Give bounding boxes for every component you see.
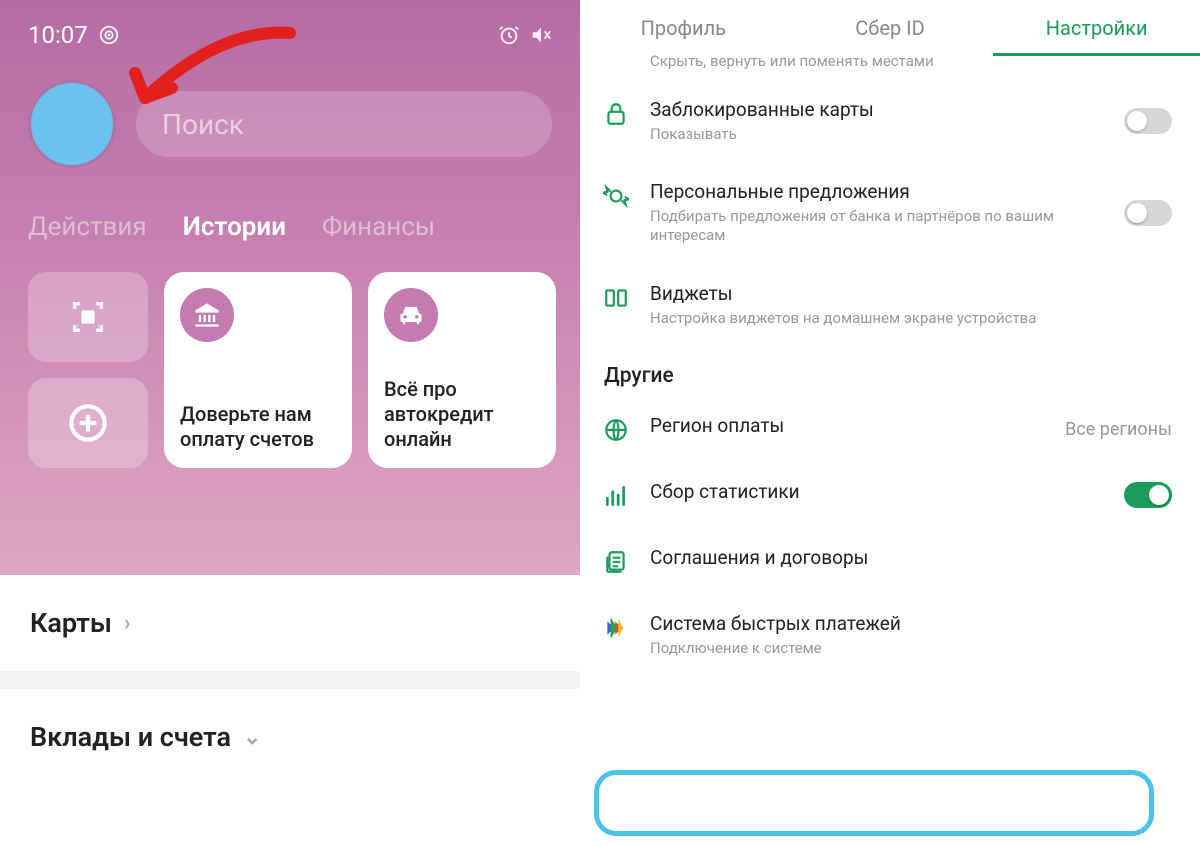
tab-stories[interactable]: Истории <box>183 212 286 242</box>
setting-personal-offers[interactable]: Персональные предложения Подбирать предл… <box>580 162 1200 264</box>
document-icon <box>602 548 630 576</box>
stats-icon <box>602 482 630 510</box>
story-card-autocredit[interactable]: Всё про автокредит онлайн <box>368 272 556 468</box>
story-text: Всё про автокредит онлайн <box>384 377 540 452</box>
candy-icon <box>602 182 630 210</box>
story-text: Доверьте нам оплату счетов <box>180 402 336 452</box>
widgets-icon <box>602 284 630 312</box>
section-divider <box>0 671 580 689</box>
home-header-area: 10:07 Поиск Действия Истории Финансы <box>0 0 580 575</box>
setting-region[interactable]: Регион оплаты Все регионы <box>580 396 1200 462</box>
alarm-clock-icon <box>498 24 520 46</box>
setting-sub: Подключение к системе <box>650 639 1172 659</box>
setting-stats[interactable]: Сбор статистики <box>580 462 1200 528</box>
settings-tabs: Профиль Сбер ID Настройки <box>580 0 1200 58</box>
search-input[interactable]: Поиск <box>136 91 552 157</box>
home-tabs: Действия Истории Финансы <box>28 212 552 242</box>
section-cards-label: Карты <box>30 607 112 639</box>
section-deposits-label: Вклады и счета <box>30 721 231 753</box>
setting-title: Система быстрых платежей <box>650 612 1172 637</box>
setting-title: Заблокированные карты <box>650 98 1104 123</box>
globe-icon <box>602 416 630 444</box>
search-placeholder: Поиск <box>162 108 244 141</box>
tab-settings[interactable]: Настройки <box>993 0 1200 56</box>
tab-sberid[interactable]: Сбер ID <box>787 0 994 56</box>
toggle-personal-offers[interactable] <box>1124 200 1172 226</box>
chevron-right-icon: › <box>124 611 131 636</box>
setting-widgets[interactable]: Виджеты Настройка виджетов на домашнем э… <box>580 264 1200 346</box>
tab-actions[interactable]: Действия <box>28 212 147 242</box>
status-time: 10:07 <box>28 21 88 49</box>
bank-icon <box>180 288 234 342</box>
settings-screen: Профиль Сбер ID Настройки Скрыть, вернут… <box>580 0 1200 846</box>
story-card-bills[interactable]: Доверьте нам оплату счетов <box>164 272 352 468</box>
toggle-stats[interactable] <box>1124 482 1172 508</box>
tab-profile[interactable]: Профиль <box>580 0 787 56</box>
qr-scan-button[interactable] <box>28 272 148 362</box>
home-screen: 10:07 Поиск Действия Истории Финансы <box>0 0 580 846</box>
qr-icon <box>68 297 108 337</box>
status-bar: 10:07 <box>28 0 552 62</box>
setting-title: Регион оплаты <box>650 414 1045 439</box>
setting-sub: Настройка виджетов на домашнем экране ус… <box>650 309 1172 329</box>
setting-sub: Показывать <box>650 125 1104 145</box>
setting-sbp[interactable]: Система быстрых платежей Подключение к с… <box>580 594 1200 676</box>
setting-sub: Подбирать предложения от банка и партнёр… <box>650 207 1104 246</box>
setting-blocked-cards[interactable]: Заблокированные карты Показывать <box>580 80 1200 162</box>
sbp-icon <box>602 614 630 642</box>
setting-title: Виджеты <box>650 282 1172 307</box>
section-other: Другие <box>580 346 1200 396</box>
alarm-target-icon <box>98 24 120 46</box>
setting-agreements[interactable]: Соглашения и договоры <box>580 528 1200 594</box>
setting-value: Все регионы <box>1065 419 1172 440</box>
setting-title: Персональные предложения <box>650 180 1104 205</box>
annotation-highlight <box>594 770 1154 836</box>
stories-row: Доверьте нам оплату счетов Всё про авток… <box>28 272 552 468</box>
avatar[interactable] <box>28 80 116 168</box>
setting-title: Соглашения и договоры <box>650 546 1172 571</box>
section-cards[interactable]: Карты › <box>30 575 550 671</box>
home-bottom: Карты › Вклады и счета ⌄ <box>0 575 580 785</box>
car-icon <box>384 288 438 342</box>
tab-finance[interactable]: Финансы <box>322 212 435 242</box>
section-deposits[interactable]: Вклады и счета ⌄ <box>30 689 550 785</box>
toggle-blocked-cards[interactable] <box>1124 108 1172 134</box>
plus-circle-icon <box>68 403 108 443</box>
setting-title: Сбор статистики <box>650 480 1104 505</box>
add-button[interactable] <box>28 378 148 468</box>
lock-icon <box>602 100 630 128</box>
mute-icon <box>530 24 552 46</box>
chevron-down-icon: ⌄ <box>243 725 261 750</box>
